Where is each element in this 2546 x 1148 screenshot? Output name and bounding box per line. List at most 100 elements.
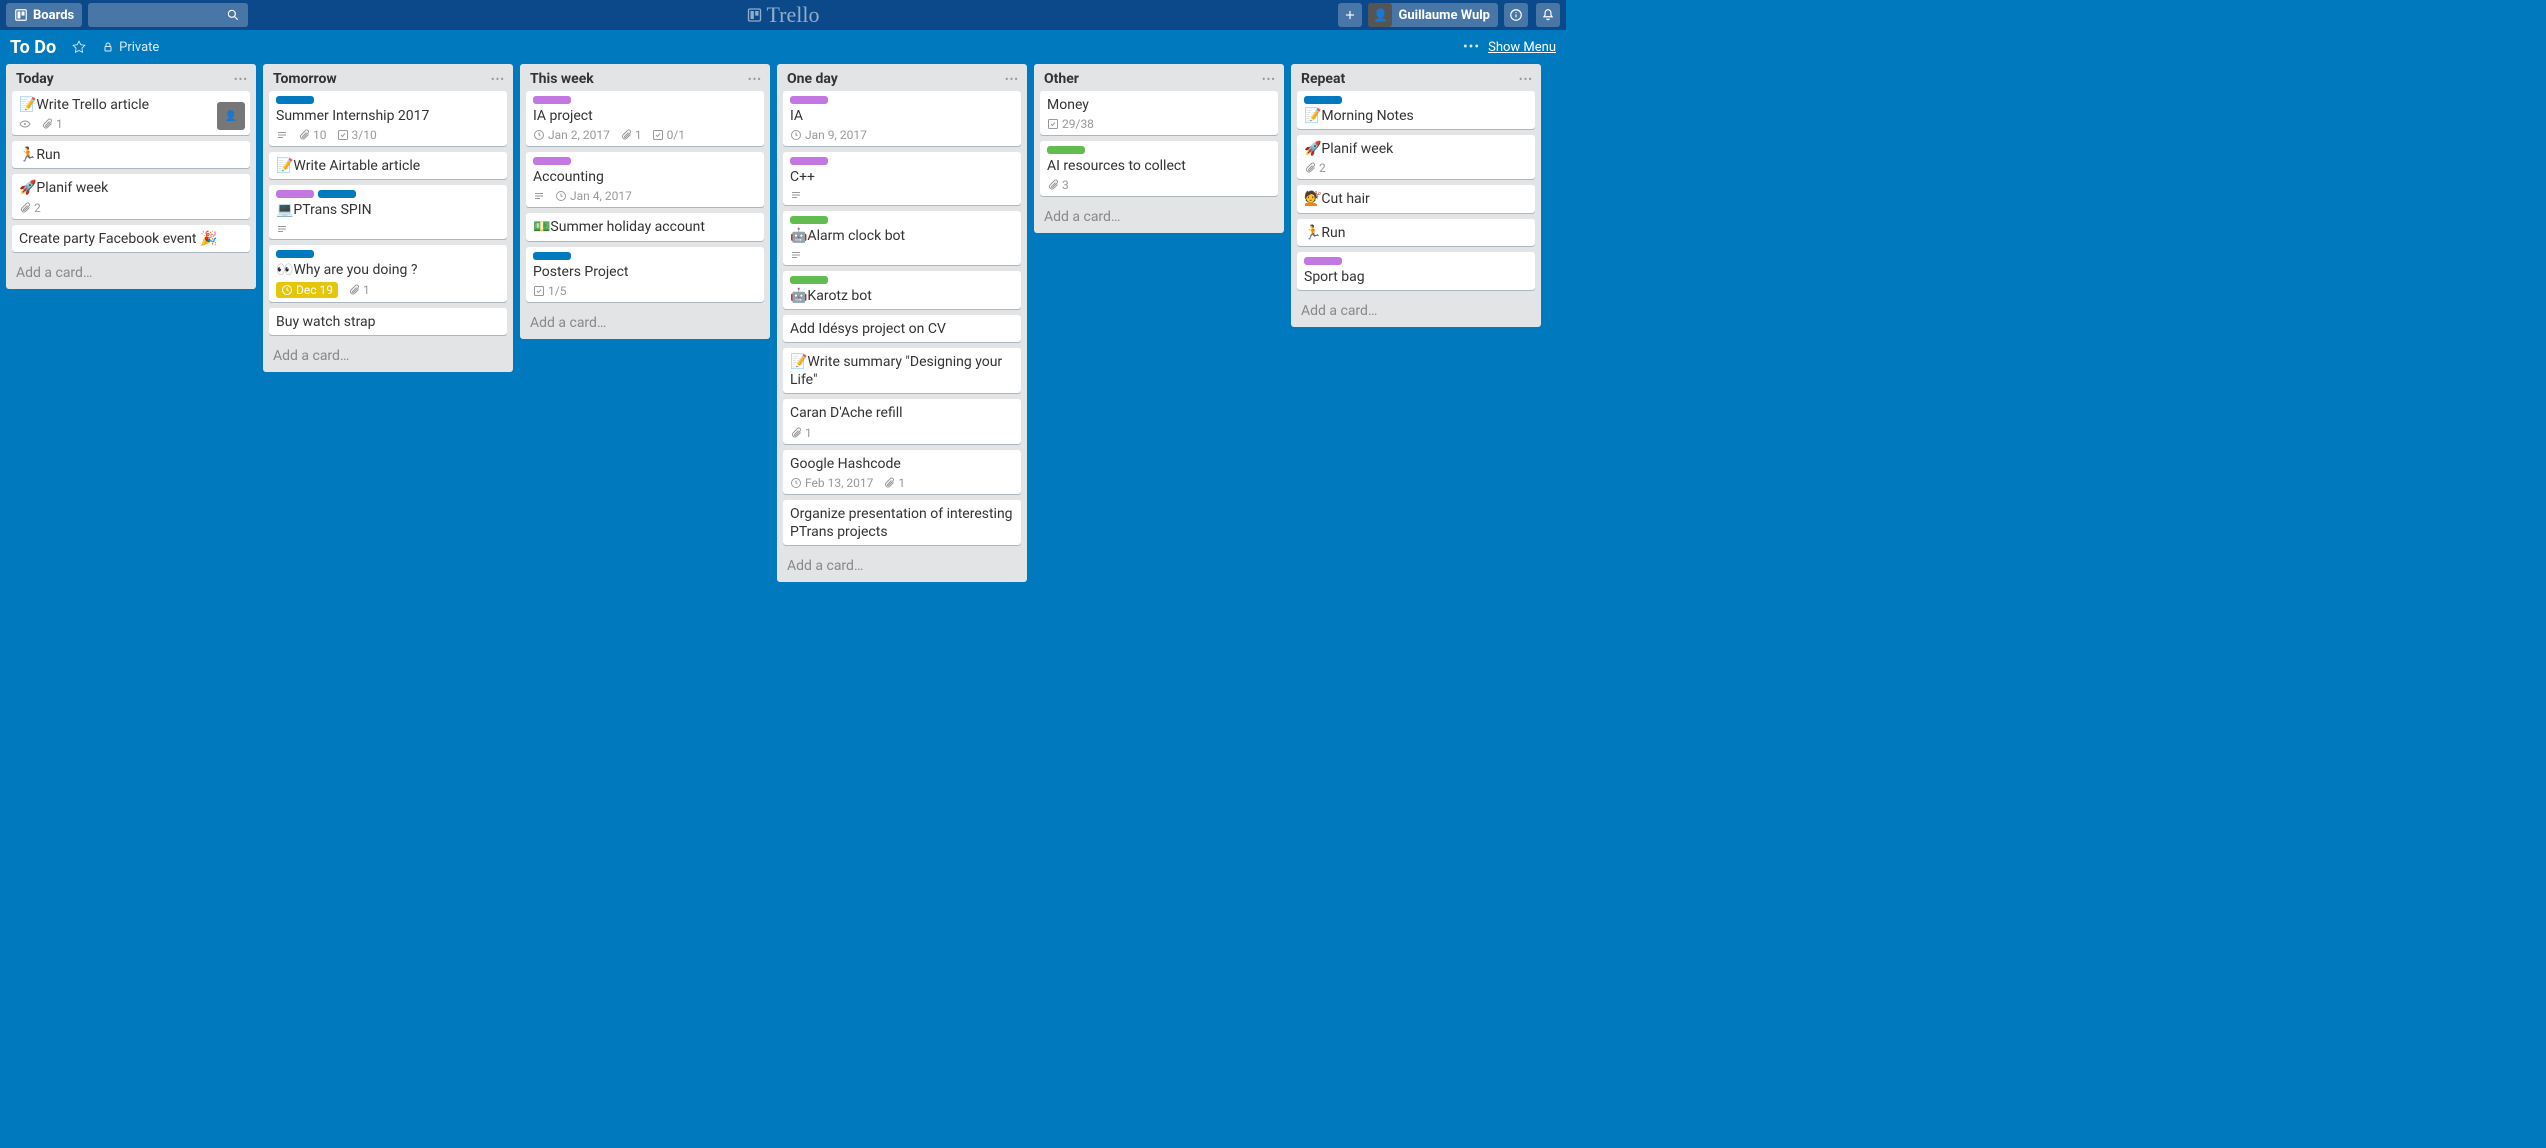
card[interactable]: Sport bag [1297,252,1535,290]
notifications-button[interactable] [1536,3,1560,27]
card-badges: Jan 9, 2017 [790,128,1014,142]
attachment-badge: 2 [19,201,41,215]
card[interactable]: 💵Summer holiday account [526,213,764,240]
show-menu-button[interactable]: Show Menu [1488,40,1556,55]
list-cards: Summer Internship 2017 10 3/10 📝Write Ai… [263,91,513,341]
list-cards: IA Jan 9, 2017 C++ 🤖Alarm clock bot 🤖Kar… [777,91,1027,551]
card-title: IA [790,107,1014,125]
list-title[interactable]: One day [787,71,838,87]
add-button[interactable] [1338,3,1362,27]
label-green[interactable] [790,216,828,224]
card-title: 🏃Run [19,146,243,164]
add-card-button[interactable]: Add a card… [1291,296,1541,327]
card[interactable]: Posters Project 1/5 [526,247,764,302]
card-title: 🚀Planif week [1304,140,1528,158]
card[interactable]: Money 29/38 [1040,91,1278,135]
card[interactable]: C++ [783,152,1021,205]
list: Repeat ••• 📝Morning Notes 🚀Planif week 2… [1291,64,1541,327]
list-menu-button[interactable]: ••• [234,73,248,86]
list-title[interactable]: Tomorrow [273,71,337,87]
card-labels [790,157,1014,165]
add-card-button[interactable]: Add a card… [777,551,1027,582]
label-purple[interactable] [533,96,571,104]
card[interactable]: 🏃Run [12,141,250,168]
card[interactable]: IA Jan 9, 2017 [783,91,1021,146]
list-title[interactable]: Repeat [1301,71,1345,87]
card[interactable]: Accounting Jan 4, 2017 [526,152,764,207]
card[interactable]: 🏃Run [1297,219,1535,246]
card[interactable]: 💇Cut hair [1297,185,1535,212]
label-purple[interactable] [276,190,314,198]
add-card-button[interactable]: Add a card… [520,308,770,339]
label-purple[interactable] [790,157,828,165]
list-title[interactable]: Other [1044,71,1079,87]
label-purple[interactable] [533,157,571,165]
card[interactable]: Google Hashcode Feb 13, 2017 1 [783,450,1021,494]
label-blue[interactable] [533,252,571,260]
card[interactable]: 📝Write Trello article 1 👤 [12,91,250,135]
card-title: 🤖Karotz bot [790,287,1014,305]
description-badge [790,189,802,201]
list-header[interactable]: Today ••• [6,64,256,91]
list-header[interactable]: One day ••• [777,64,1027,91]
card[interactable]: 📝Write summary "Designing your Life" [783,348,1021,393]
list-header[interactable]: Other ••• [1034,64,1284,91]
app-header: Boards Trello 👤 Guillaume Wulp [0,0,1566,30]
label-blue[interactable] [276,96,314,104]
description-badge [533,190,545,202]
card[interactable]: 📝Write Airtable article [269,152,507,179]
list-header[interactable]: Tomorrow ••• [263,64,513,91]
card[interactable]: Summer Internship 2017 10 3/10 [269,91,507,146]
info-button[interactable] [1504,3,1528,27]
card[interactable]: 🚀Planif week 2 [1297,135,1535,179]
list-menu-button[interactable]: ••• [1519,73,1533,86]
label-green[interactable] [1047,146,1085,154]
card[interactable]: 👀Why are you doing ? Dec 19 1 [269,245,507,302]
list-menu-button[interactable]: ••• [748,73,762,86]
card-badges [790,189,1014,201]
list-menu-button[interactable]: ••• [1005,73,1019,86]
label-blue[interactable] [318,190,356,198]
card[interactable]: 📝Morning Notes [1297,91,1535,129]
app-logo[interactable]: Trello [747,2,820,28]
card[interactable]: 🤖Karotz bot [783,271,1021,309]
list-menu-button[interactable]: ••• [1262,73,1276,86]
board-canvas[interactable]: Today ••• 📝Write Trello article 1 👤 🏃Run… [0,64,1566,707]
card-title: Sport bag [1304,268,1528,286]
card-badges: Jan 2, 2017 1 0/1 [533,128,757,142]
search-input[interactable] [88,3,248,27]
label-purple[interactable] [790,96,828,104]
user-menu-button[interactable]: 👤 Guillaume Wulp [1368,3,1498,27]
list-header[interactable]: Repeat ••• [1291,64,1541,91]
add-card-button[interactable]: Add a card… [263,341,513,372]
label-purple[interactable] [1304,257,1342,265]
label-blue[interactable] [1304,96,1342,104]
card-member[interactable]: 👤 [217,102,245,130]
card[interactable]: 🤖Alarm clock bot [783,211,1021,264]
card[interactable]: AI resources to collect 3 [1040,141,1278,196]
board-title[interactable]: To Do [10,37,56,58]
label-blue[interactable] [276,250,314,258]
list-menu-button[interactable]: ••• [491,73,505,86]
add-card-button[interactable]: Add a card… [1034,202,1284,233]
card-title: 📝Write Trello article [19,96,243,114]
card[interactable]: Buy watch strap [269,308,507,335]
add-card-button[interactable]: Add a card… [6,258,256,289]
star-button[interactable] [66,36,92,58]
card[interactable]: Organize presentation of interesting PTr… [783,500,1021,545]
card[interactable]: 🚀Planif week 2 [12,174,250,218]
card-title: 💻PTrans SPIN [276,201,500,219]
privacy-label: Private [119,40,159,55]
card[interactable]: Caran D'Ache refill 1 [783,399,1021,443]
list-title[interactable]: This week [530,71,594,87]
list-header[interactable]: This week ••• [520,64,770,91]
label-green[interactable] [790,276,828,284]
boards-button[interactable]: Boards [6,3,82,27]
card[interactable]: 💻PTrans SPIN [269,185,507,238]
privacy-button[interactable]: Private [96,36,165,59]
card[interactable]: Create party Facebook event 🎉 [12,225,250,252]
list-title[interactable]: Today [16,71,54,87]
card[interactable]: Add Idésys project on CV [783,315,1021,342]
card-badges: 10 3/10 [276,128,500,142]
card[interactable]: IA project Jan 2, 2017 1 0/1 [526,91,764,146]
